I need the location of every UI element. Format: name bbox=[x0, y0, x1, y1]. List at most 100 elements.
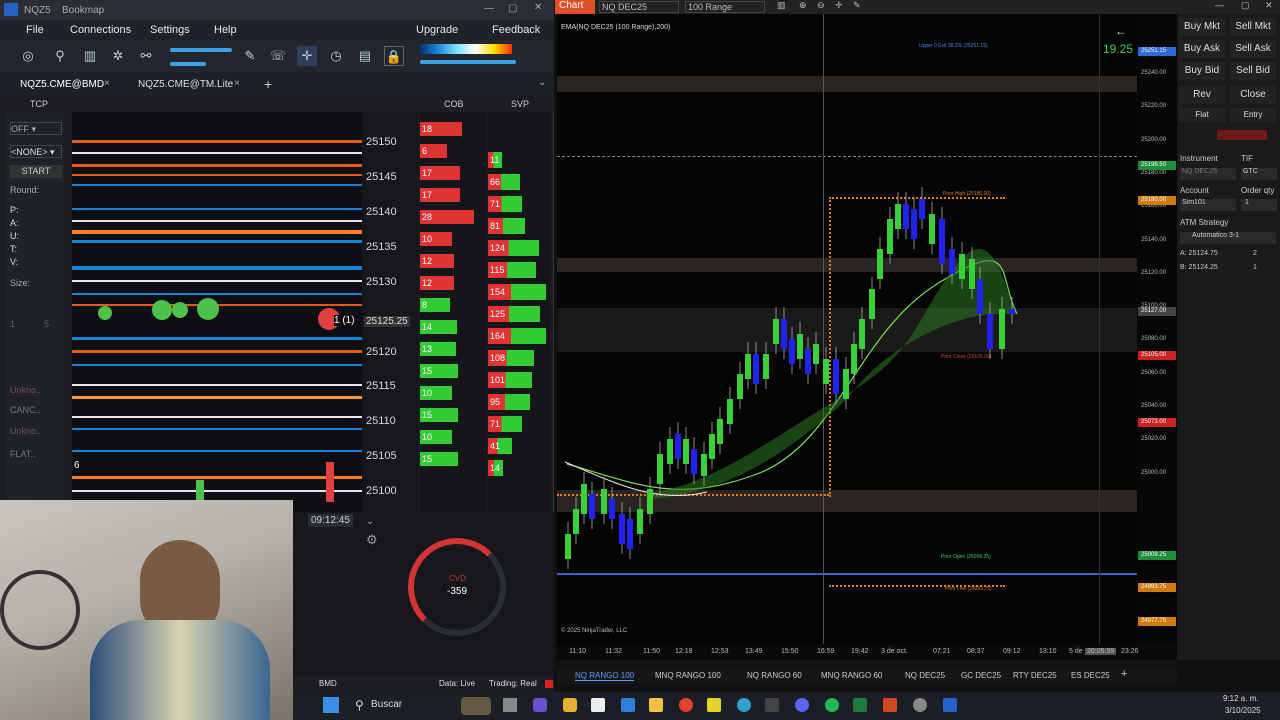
account-select[interactable]: Sim101 bbox=[1180, 199, 1236, 211]
buy-ask-button[interactable]: Buy Ask bbox=[1179, 40, 1225, 58]
drawing-icon[interactable]: ✎ bbox=[853, 0, 861, 11]
copilot-icon[interactable] bbox=[563, 698, 577, 712]
range-selector[interactable]: 100 Range bbox=[685, 1, 765, 13]
settings-icon[interactable] bbox=[913, 698, 927, 712]
bars-icon[interactable]: ▥ bbox=[777, 0, 786, 11]
chrome-icon[interactable] bbox=[679, 698, 693, 712]
spotify-icon[interactable] bbox=[825, 698, 839, 712]
order-qty-input[interactable]: 1 bbox=[1241, 199, 1277, 211]
app-icon[interactable] bbox=[707, 698, 721, 712]
clock-time[interactable]: 9:12 a. m. bbox=[1223, 694, 1259, 703]
add-tab-icon[interactable]: + bbox=[264, 76, 272, 92]
excel-icon[interactable] bbox=[853, 698, 867, 712]
price-chart[interactable]: EMA(NQ DEC25 (100 Range),200) 19.25 ← Up… bbox=[557, 14, 1137, 644]
teams-icon[interactable] bbox=[533, 698, 547, 712]
close-icon[interactable]: ✕ bbox=[1265, 0, 1273, 11]
unknown-button[interactable]: Unkno.. bbox=[10, 384, 62, 397]
bookmap-icon[interactable] bbox=[943, 698, 957, 712]
tab-nq-dec25[interactable]: NQ DEC25 bbox=[905, 671, 945, 680]
link-icon[interactable]: ⚯ bbox=[136, 46, 156, 66]
close-position-button[interactable]: Close bbox=[1230, 86, 1276, 104]
unknown2-button[interactable]: Unkno.. bbox=[10, 425, 62, 438]
folder-icon[interactable] bbox=[649, 698, 663, 712]
tab-nq-rango-60[interactable]: NQ RANGO 60 bbox=[747, 671, 802, 680]
sell-market-button[interactable]: Sell Mkt bbox=[1230, 18, 1276, 36]
menu-upgrade[interactable]: Upgrade bbox=[416, 24, 458, 36]
taskbar-search[interactable]: Buscar bbox=[371, 699, 402, 710]
book-icon[interactable]: ▤ bbox=[355, 46, 375, 66]
strategy-dropdown[interactable]: <NONE> ▾ bbox=[10, 145, 62, 158]
buy-market-button[interactable]: Buy Mkt bbox=[1179, 18, 1225, 36]
atm-select[interactable]: Automatico 3-1 bbox=[1180, 232, 1276, 244]
edge-icon[interactable] bbox=[737, 698, 751, 712]
menu-settings[interactable]: Settings bbox=[150, 24, 190, 36]
windows-start-icon[interactable] bbox=[323, 697, 339, 713]
chevron-down-icon[interactable]: ⌄ bbox=[538, 77, 546, 88]
zoom-in-icon[interactable]: ⊕ bbox=[799, 0, 807, 11]
buy-bid-button[interactable]: Buy Bid bbox=[1179, 62, 1225, 80]
timer-icon[interactable]: ◷ bbox=[326, 46, 346, 66]
clock-date[interactable]: 3/10/2025 bbox=[1225, 706, 1261, 715]
maximize-icon[interactable]: ▢ bbox=[1241, 0, 1250, 11]
entry-button[interactable]: Entry bbox=[1230, 108, 1276, 122]
chart-icon[interactable]: ▥ bbox=[80, 46, 100, 66]
add-tab-icon[interactable]: + bbox=[1121, 668, 1127, 680]
tab-nqz5-bmd[interactable]: NQZ5.CME@BMD bbox=[20, 79, 104, 90]
minimize-icon[interactable]: — bbox=[484, 3, 494, 14]
contrast-slider[interactable] bbox=[170, 62, 206, 66]
close-tab-icon[interactable]: × bbox=[104, 78, 110, 89]
qty-5-button[interactable]: 5 bbox=[44, 318, 60, 331]
sell-ask-button[interactable]: Sell Ask bbox=[1230, 40, 1276, 58]
plugin-icon[interactable]: ✲ bbox=[108, 46, 128, 66]
share-icon[interactable]: ⚲ bbox=[50, 46, 70, 66]
reverse-button[interactable]: Rev bbox=[1179, 86, 1225, 104]
chevron-down-icon[interactable]: ⌄ bbox=[366, 516, 374, 527]
tif-select[interactable]: GTC bbox=[1241, 168, 1277, 180]
close-icon[interactable]: ✕ bbox=[534, 2, 542, 13]
discord-icon[interactable] bbox=[795, 698, 809, 712]
sell-bid-button[interactable]: Sell Bid bbox=[1230, 62, 1276, 80]
chart-menu[interactable]: Chart bbox=[555, 0, 595, 14]
tab-mnq-rango-60[interactable]: MNQ RANGO 60 bbox=[821, 671, 882, 680]
search-icon[interactable]: ⚲ bbox=[355, 698, 364, 712]
start-button[interactable]: START bbox=[10, 165, 62, 178]
crosshair-icon[interactable]: ✛ bbox=[297, 46, 317, 66]
screenshot-icon[interactable]: ◎ bbox=[18, 46, 38, 66]
ninjatrader-icon[interactable] bbox=[883, 698, 897, 712]
flat-button[interactable]: Flat bbox=[1179, 108, 1225, 122]
menu-feedback[interactable]: Feedback bbox=[492, 24, 540, 36]
heatmap[interactable]: 1 (1) 6 bbox=[72, 112, 362, 512]
lock-icon[interactable]: 🔒 bbox=[384, 46, 404, 66]
maximize-icon[interactable]: ▢ bbox=[508, 3, 517, 14]
widget-icon[interactable] bbox=[461, 697, 491, 715]
outlook-icon[interactable] bbox=[621, 698, 635, 712]
tab-gc-dec25[interactable]: GC DEC25 bbox=[961, 671, 1001, 680]
instrument-selector[interactable]: NQ DEC25 bbox=[599, 1, 679, 13]
minimize-icon[interactable]: — bbox=[1215, 0, 1224, 10]
tab-nq-rango-100[interactable]: NQ RANGO 100 bbox=[575, 671, 635, 681]
app-icon[interactable] bbox=[765, 698, 779, 712]
price-tag: 25251.15 bbox=[1138, 47, 1176, 56]
store-icon[interactable] bbox=[591, 698, 605, 712]
close-tab-icon[interactable]: × bbox=[234, 78, 240, 89]
brightness-slider[interactable] bbox=[170, 48, 232, 52]
cancel-button[interactable]: CANC.. bbox=[10, 404, 62, 417]
gear-icon[interactable]: ⚙ bbox=[366, 532, 378, 548]
heatmap-color-scale[interactable] bbox=[420, 44, 512, 54]
color-range-slider[interactable] bbox=[420, 60, 516, 64]
pencil-icon[interactable]: ✎ bbox=[240, 46, 260, 66]
tab-nqz5-tm[interactable]: NQZ5.CME@TM.Lite bbox=[138, 79, 233, 90]
zoom-out-icon[interactable]: ⊖ bbox=[817, 0, 825, 11]
task-view-icon[interactable] bbox=[503, 698, 517, 712]
tab-es-dec25[interactable]: ES DEC25 bbox=[1071, 671, 1110, 680]
menu-file[interactable]: File bbox=[26, 24, 44, 36]
tab-rty-dec25[interactable]: RTY DEC25 bbox=[1013, 671, 1057, 680]
flat-button[interactable]: FLAT.. bbox=[10, 448, 62, 461]
tab-mnq-rango-100[interactable]: MNQ RANGO 100 bbox=[655, 671, 721, 680]
crosshair-icon[interactable]: ✛ bbox=[835, 0, 843, 11]
menu-connections[interactable]: Connections bbox=[70, 24, 131, 36]
chat-icon[interactable]: ☏ bbox=[268, 46, 288, 66]
menu-help[interactable]: Help bbox=[214, 24, 237, 36]
off-dropdown[interactable]: OFF ▾ bbox=[10, 122, 62, 135]
instrument-select[interactable]: NQ DEC25 bbox=[1180, 168, 1236, 180]
